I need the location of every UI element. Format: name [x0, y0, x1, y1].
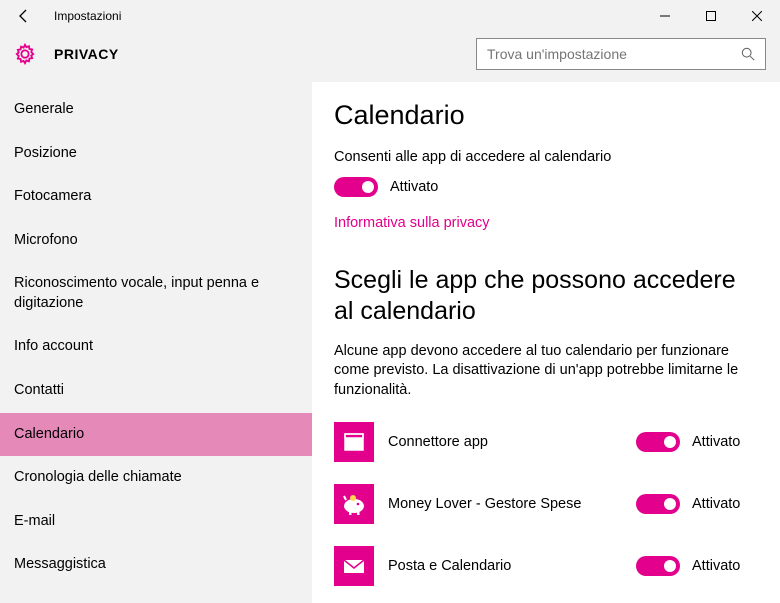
- close-icon: [752, 11, 762, 21]
- window-title: Impostazioni: [54, 9, 121, 23]
- search-input[interactable]: [487, 46, 741, 62]
- maximize-icon: [706, 11, 716, 21]
- content: Calendario Consenti alle app di accedere…: [312, 82, 780, 603]
- body: GeneralePosizioneFotocameraMicrofonoRico…: [0, 82, 780, 603]
- app-row-1: Money Lover - Gestore Spese Attivato: [334, 484, 752, 524]
- sidebar-item-5[interactable]: Info account: [0, 325, 312, 369]
- master-toggle-row: Attivato: [334, 177, 752, 197]
- content-heading: Calendario: [334, 100, 752, 131]
- app-toggle-0[interactable]: [636, 432, 680, 452]
- gear-icon: [14, 43, 36, 65]
- app-list: Connettore appAttivatoMoney Lover - Gest…: [334, 422, 752, 586]
- section-description: Alcune app devono accedere al tuo calend…: [334, 342, 752, 401]
- sidebar-item-9[interactable]: E-mail: [0, 500, 312, 544]
- app-row-0: Connettore app Attivato: [334, 422, 752, 462]
- search-icon: [741, 47, 755, 61]
- sidebar-item-8[interactable]: Cronologia delle chiamate: [0, 456, 312, 500]
- section-heading: Scegli le app che possono accedere al ca…: [334, 265, 752, 328]
- master-toggle[interactable]: [334, 177, 378, 197]
- app-name-1: Money Lover - Gestore Spese: [388, 496, 636, 512]
- app-icon-1: [334, 484, 374, 524]
- header: PRIVACY: [0, 32, 780, 82]
- window-controls: [642, 0, 780, 32]
- search-box[interactable]: [476, 38, 766, 70]
- sidebar-item-10[interactable]: Messaggistica: [0, 543, 312, 587]
- maximize-button[interactable]: [688, 0, 734, 32]
- sidebar-item-6[interactable]: Contatti: [0, 369, 312, 413]
- page-title: PRIVACY: [54, 46, 119, 62]
- sidebar-item-0[interactable]: Generale: [0, 88, 312, 132]
- sidebar-item-2[interactable]: Fotocamera: [0, 175, 312, 219]
- app-name-0: Connettore app: [388, 434, 636, 450]
- app-toggle-1[interactable]: [636, 494, 680, 514]
- app-icon-2: [334, 546, 374, 586]
- sidebar-item-3[interactable]: Microfono: [0, 219, 312, 263]
- app-name-2: Posta e Calendario: [388, 558, 636, 574]
- app-toggle-state-2: Attivato: [692, 558, 752, 574]
- close-button[interactable]: [734, 0, 780, 32]
- app-toggle-2[interactable]: [636, 556, 680, 576]
- app-row-2: Posta e Calendario Attivato: [334, 546, 752, 586]
- back-button[interactable]: [0, 0, 48, 32]
- app-toggle-state-1: Attivato: [692, 496, 752, 512]
- app-toggle-state-0: Attivato: [692, 434, 752, 450]
- consent-label: Consenti alle app di accedere al calenda…: [334, 149, 752, 165]
- minimize-button[interactable]: [642, 0, 688, 32]
- titlebar: Impostazioni: [0, 0, 780, 32]
- privacy-statement-link[interactable]: Informativa sulla privacy: [334, 215, 752, 231]
- back-arrow-icon: [16, 8, 32, 24]
- master-toggle-state: Attivato: [390, 179, 438, 195]
- minimize-icon: [660, 11, 670, 21]
- sidebar: GeneralePosizioneFotocameraMicrofonoRico…: [0, 82, 312, 603]
- sidebar-item-4[interactable]: Riconoscimento vocale, input penna e dig…: [0, 262, 312, 325]
- sidebar-item-7[interactable]: Calendario: [0, 413, 312, 457]
- sidebar-item-1[interactable]: Posizione: [0, 132, 312, 176]
- app-icon-0: [334, 422, 374, 462]
